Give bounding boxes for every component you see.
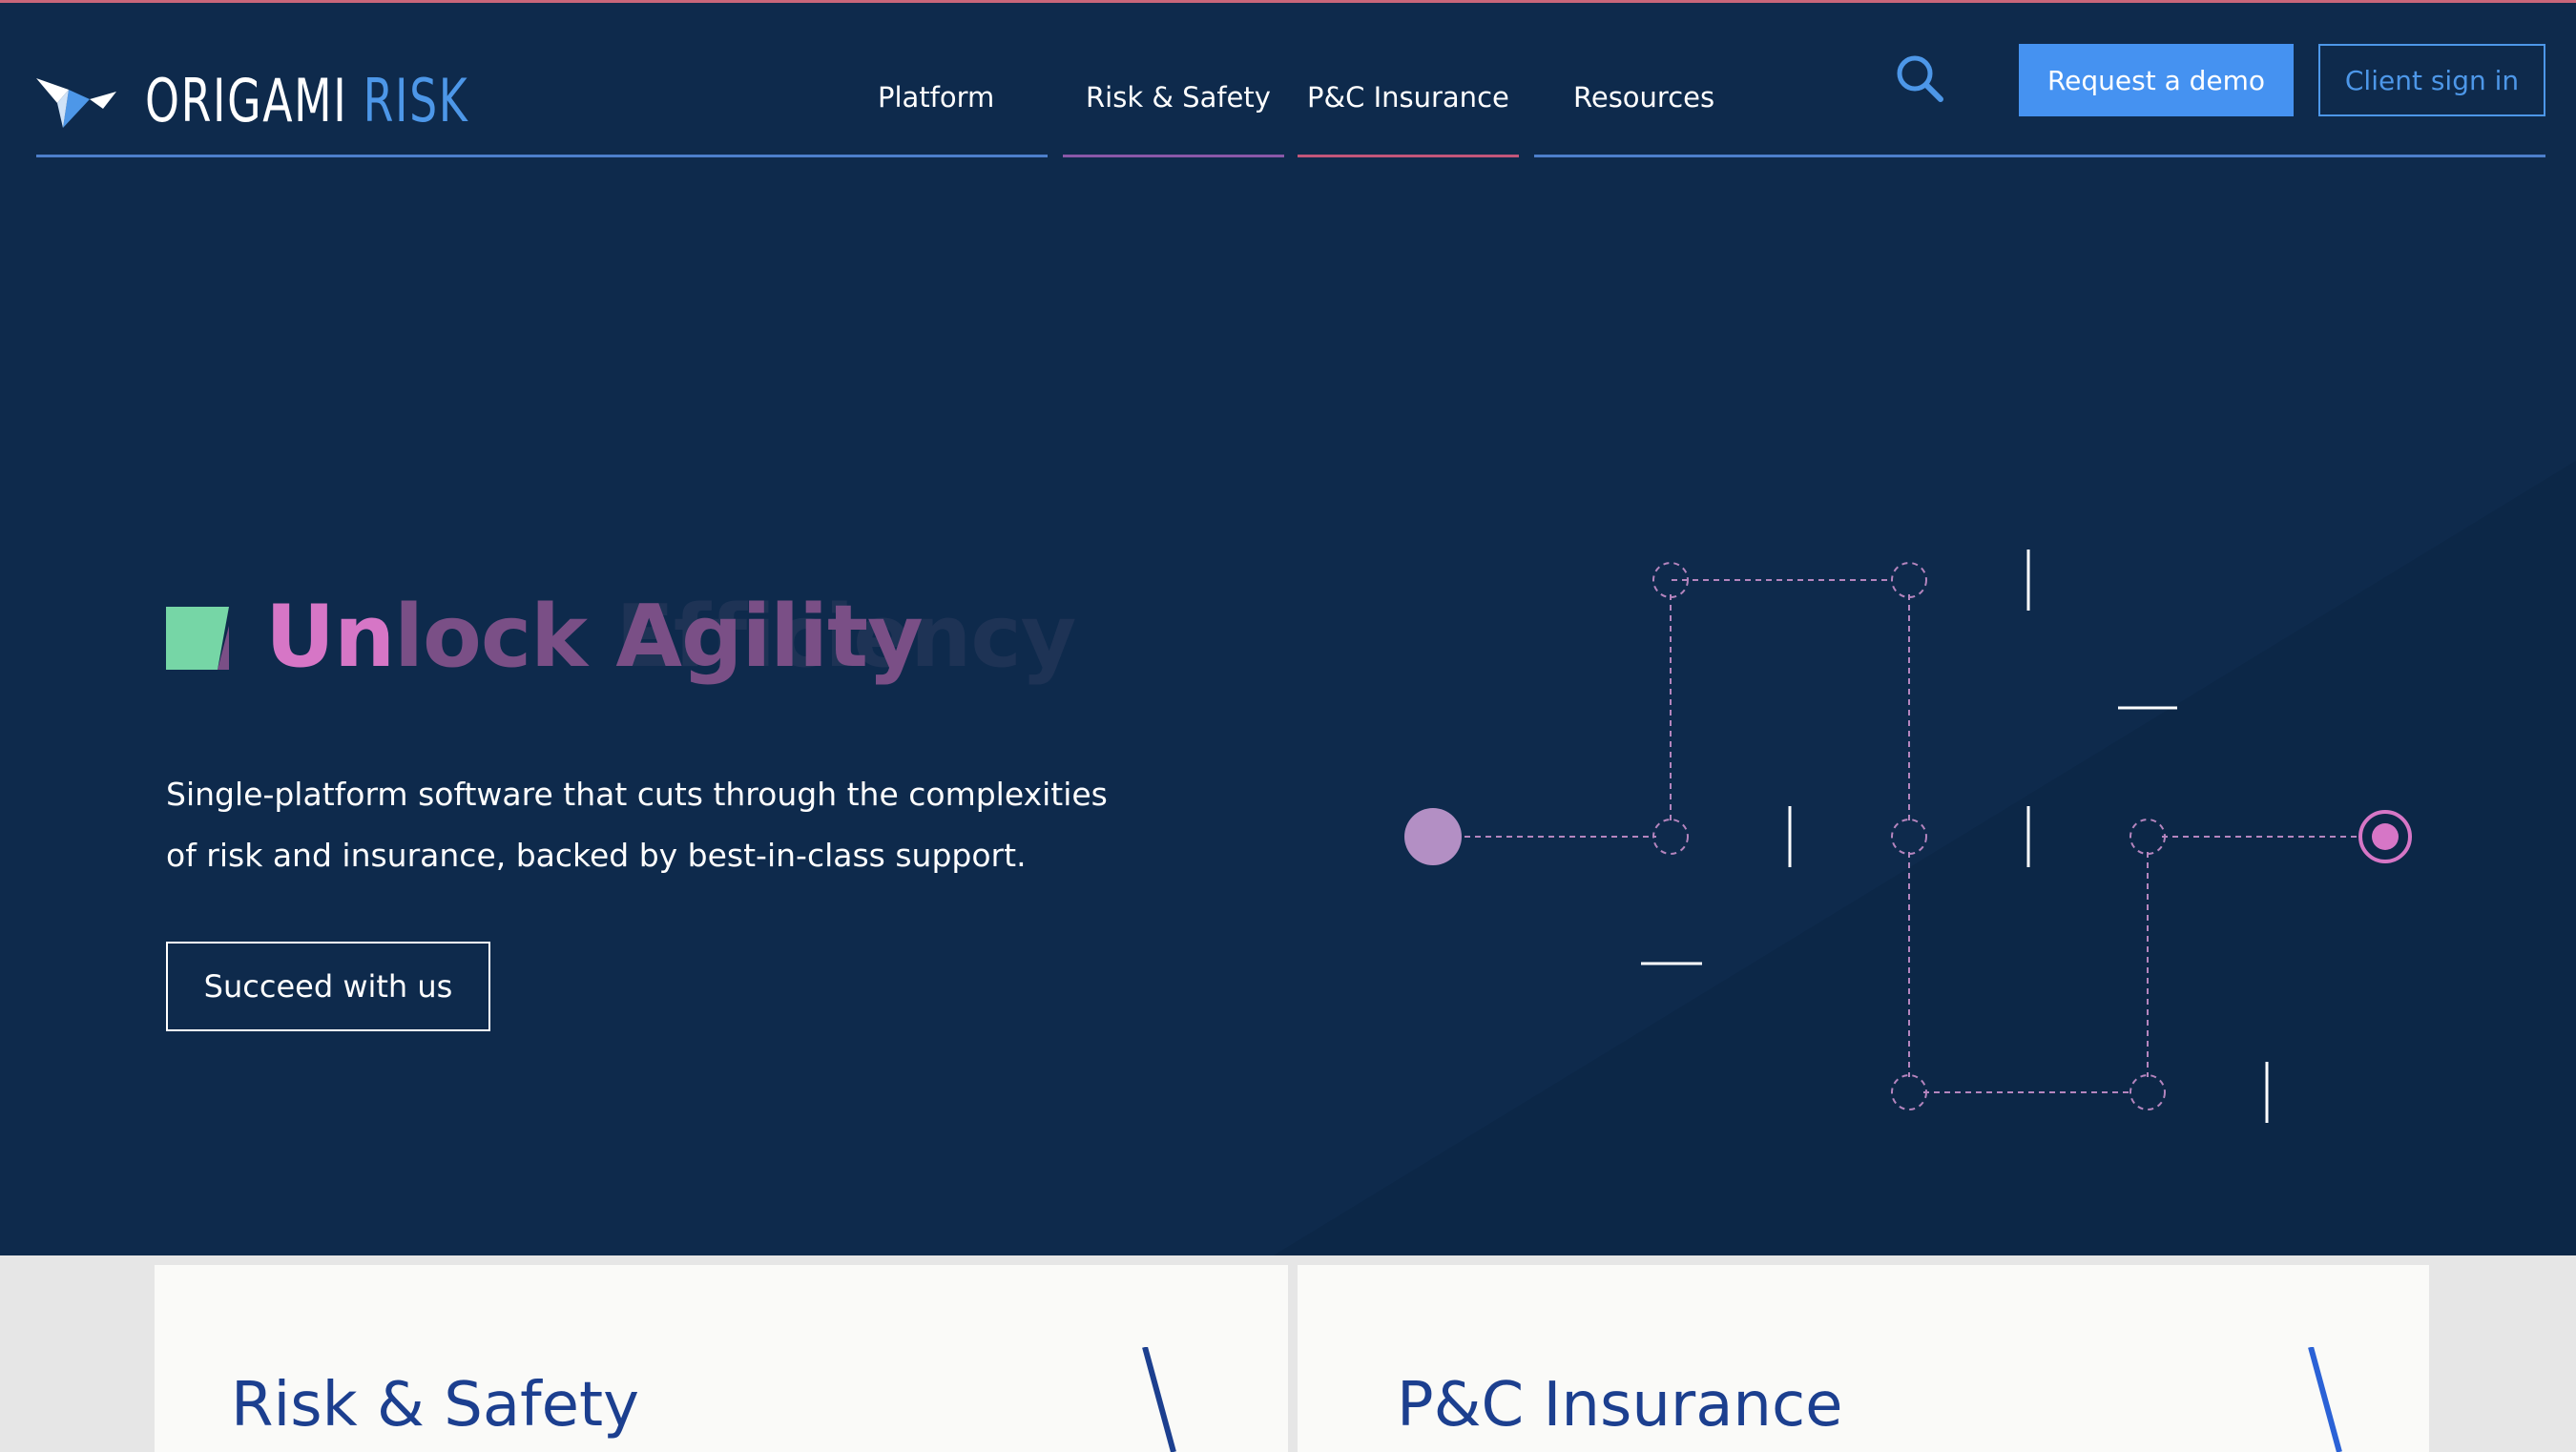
request-demo-button[interactable]: Request a demo [2019,44,2294,116]
nav-item-resources[interactable]: Resources [1573,81,1714,114]
network-start-node [1404,808,1462,865]
nav-underline-pc-insurance [1298,155,1519,157]
headline-highlight: Un [265,587,395,687]
hero-headline: Unlock Efficiency Unlock Agility [265,587,1076,687]
client-signin-button[interactable]: Client sign in [2318,44,2545,116]
slash-decoration-icon [2308,1347,2342,1452]
card-title-pc-insurance: P&C Insurance [1397,1370,1843,1441]
search-icon[interactable] [1895,53,1944,103]
network-illustration [1404,550,2412,1123]
hero-section: ORIGAMI RISK Platform Risk & Safety P&C … [0,0,2576,1255]
origami-risk-logo[interactable]: ORIGAMI RISK [36,66,540,135]
card-pc-insurance[interactable]: P&C Insurance [1298,1265,2429,1452]
slash-decoration-icon [1142,1347,1176,1452]
nav-item-pc-insurance[interactable]: P&C Insurance [1307,81,1509,114]
logo-wordmark: ORIGAMI RISK [145,66,468,135]
nav-item-platform[interactable]: Platform [878,81,994,114]
nav-underline-platform [36,155,1048,157]
hero-subtext: Single-platform software that cuts throu… [166,776,1108,874]
card-risk-safety[interactable]: Risk & Safety [155,1265,1288,1452]
origami-bird-icon [36,77,116,128]
succeed-with-us-button[interactable]: Succeed with us [166,942,490,1031]
nav-underline-risk-safety [1063,155,1284,157]
nav-item-risk-safety[interactable]: Risk & Safety [1086,81,1271,114]
headline-rest: lock Agility [394,587,924,687]
logo-word-origami: ORIGAMI [145,66,348,135]
nav-underline-resources [1534,155,2545,157]
card-title-risk-safety: Risk & Safety [231,1370,639,1441]
origami-square-icon [166,607,229,670]
logo-word-risk: RISK [363,66,469,135]
